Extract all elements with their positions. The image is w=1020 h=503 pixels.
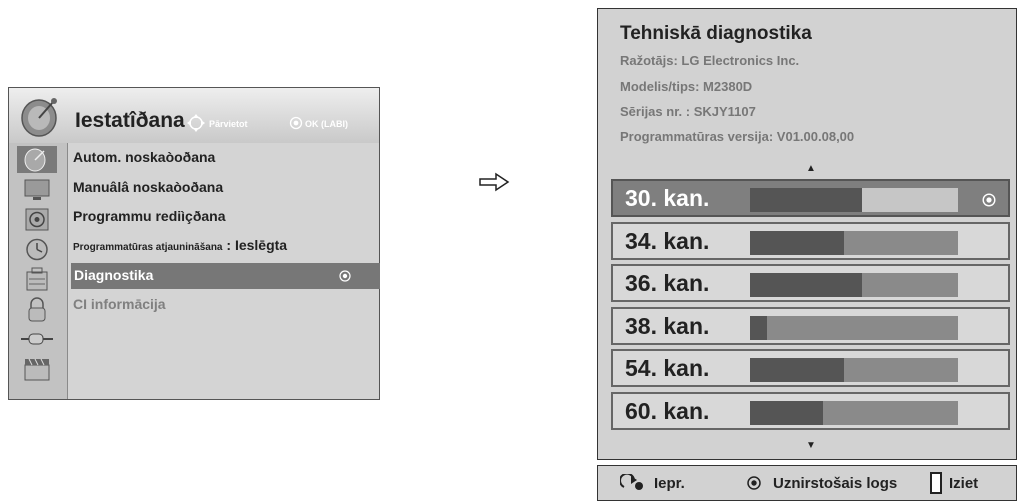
padlock-icon	[28, 297, 46, 322]
clock-time-icon	[26, 238, 48, 261]
lock-option-icon	[26, 267, 48, 291]
channel-row[interactable]: 30. kan.	[611, 179, 1010, 217]
menu-item-label: Diagnostika	[74, 267, 154, 283]
footer-bar: Iepr. Uznirstošais logs Iziet	[597, 465, 1017, 501]
channel-name: 30. kan.	[625, 185, 710, 211]
ok-button-icon	[982, 193, 996, 207]
channel-name: 60. kan.	[625, 397, 710, 424]
channel-row[interactable]: 60. kan.	[611, 391, 1010, 430]
channel-row[interactable]: 36. kan.	[611, 264, 1010, 302]
scroll-down-arrow[interactable]: ▼	[806, 440, 816, 451]
menu-item-label: Programmu rediìçðana	[73, 208, 226, 224]
signal-bar	[750, 273, 958, 297]
sidebar-item-input[interactable]	[17, 326, 57, 353]
sidebar-item-media[interactable]	[17, 356, 57, 383]
transition-arrow-icon	[479, 172, 510, 192]
software-version-info: Programmatūras versija: V01.00.08,00	[620, 129, 855, 144]
input-plug-icon	[21, 333, 53, 345]
menu-header: Iestatîðana Pārvietot OK (LABI)	[9, 88, 379, 143]
menu-item-label: Autom. noskaòoðana	[73, 149, 216, 165]
channel-name: 38. kan.	[625, 312, 710, 339]
satellite-dish-icon	[24, 148, 46, 172]
menu-item-software-update[interactable]: Programmatūras atjaunināšana : Ieslēgta	[73, 237, 287, 253]
menu-item-manual-tuning[interactable]: Manuâlâ noskaòoðana	[73, 179, 223, 195]
prev-label: Iepr.	[654, 475, 685, 492]
hint-ok: OK (LABI)	[305, 119, 348, 129]
menu-item-programme-edit[interactable]: Programmu rediìçðana	[73, 208, 226, 224]
satellite-dish-icon	[21, 98, 57, 137]
channel-row[interactable]: 38. kan.	[611, 306, 1010, 345]
navigation-arrows-icon	[187, 114, 205, 132]
channel-name: 34. kan.	[625, 227, 710, 254]
popup-label: Uznirstošais logs	[773, 475, 898, 492]
signal-bar-fill	[750, 273, 862, 297]
ok-button-icon[interactable]	[746, 474, 762, 492]
media-clapper-icon	[24, 358, 50, 381]
sidebar-item-picture[interactable]	[17, 176, 57, 203]
tv-picture-icon	[24, 179, 50, 200]
sidebar-item-time[interactable]	[17, 236, 57, 263]
menu-item-auto-tuning[interactable]: Autom. noskaòoðana	[73, 149, 215, 165]
return-icon[interactable]	[620, 474, 646, 492]
sidebar-item-option[interactable]	[17, 266, 57, 293]
diagnostics-panel: Tehniskā diagnostika Ražotājs: LG Electr…	[597, 8, 1017, 460]
channel-row[interactable]: 54. kan.	[611, 349, 1010, 387]
signal-bar	[750, 230, 958, 255]
channel-name: 36. kan.	[625, 270, 710, 296]
menu-item-label: CI informācija	[73, 296, 166, 312]
signal-bar	[750, 188, 958, 212]
signal-bar-fill	[750, 230, 844, 255]
signal-bar-fill	[750, 315, 767, 340]
ok-button-icon	[339, 270, 351, 282]
menu-item-ci-info: CI informācija	[73, 296, 166, 312]
channel-row[interactable]: 34. kan.	[611, 221, 1010, 260]
signal-bar-fill	[750, 358, 844, 382]
signal-bar	[750, 400, 958, 425]
diagnostics-title: Tehniskā diagnostika	[620, 23, 812, 44]
signal-bar-fill	[750, 188, 862, 212]
signal-bar-fill	[750, 400, 823, 425]
channel-name: 54. kan.	[625, 355, 710, 381]
signal-bar	[750, 315, 958, 340]
menu-item-label: Programmatūras atjaunināšana	[73, 242, 223, 253]
manufacturer-info: Ražotājs: LG Electronics Inc.	[620, 53, 800, 68]
ok-button-icon	[289, 116, 303, 130]
exit-door-icon[interactable]	[929, 472, 943, 494]
signal-bar	[750, 358, 958, 382]
scroll-up-arrow[interactable]: ▲	[806, 163, 816, 174]
menu-sidebar	[9, 143, 68, 399]
sidebar-item-setup[interactable]	[17, 146, 57, 173]
menu-item-diagnostics[interactable]: Diagnostika	[71, 263, 380, 289]
sidebar-item-lock[interactable]	[17, 296, 57, 323]
setup-menu: Iestatîðana Pārvietot OK (LABI) Autom. n…	[8, 87, 380, 400]
software-update-value: : Ieslēgta	[226, 237, 288, 253]
sidebar-item-audio[interactable]	[17, 206, 57, 233]
menu-item-label: Manuâlâ noskaòoðana	[73, 179, 224, 195]
model-info: Modelis/tips: M2380D	[620, 79, 753, 94]
exit-label: Iziet	[949, 475, 979, 492]
serial-info: Sērijas nr. : SKJY1107	[620, 104, 756, 119]
menu-title: Iestatîðana	[75, 109, 185, 132]
speaker-audio-icon	[25, 208, 49, 231]
hint-move: Pārvietot	[209, 119, 248, 129]
